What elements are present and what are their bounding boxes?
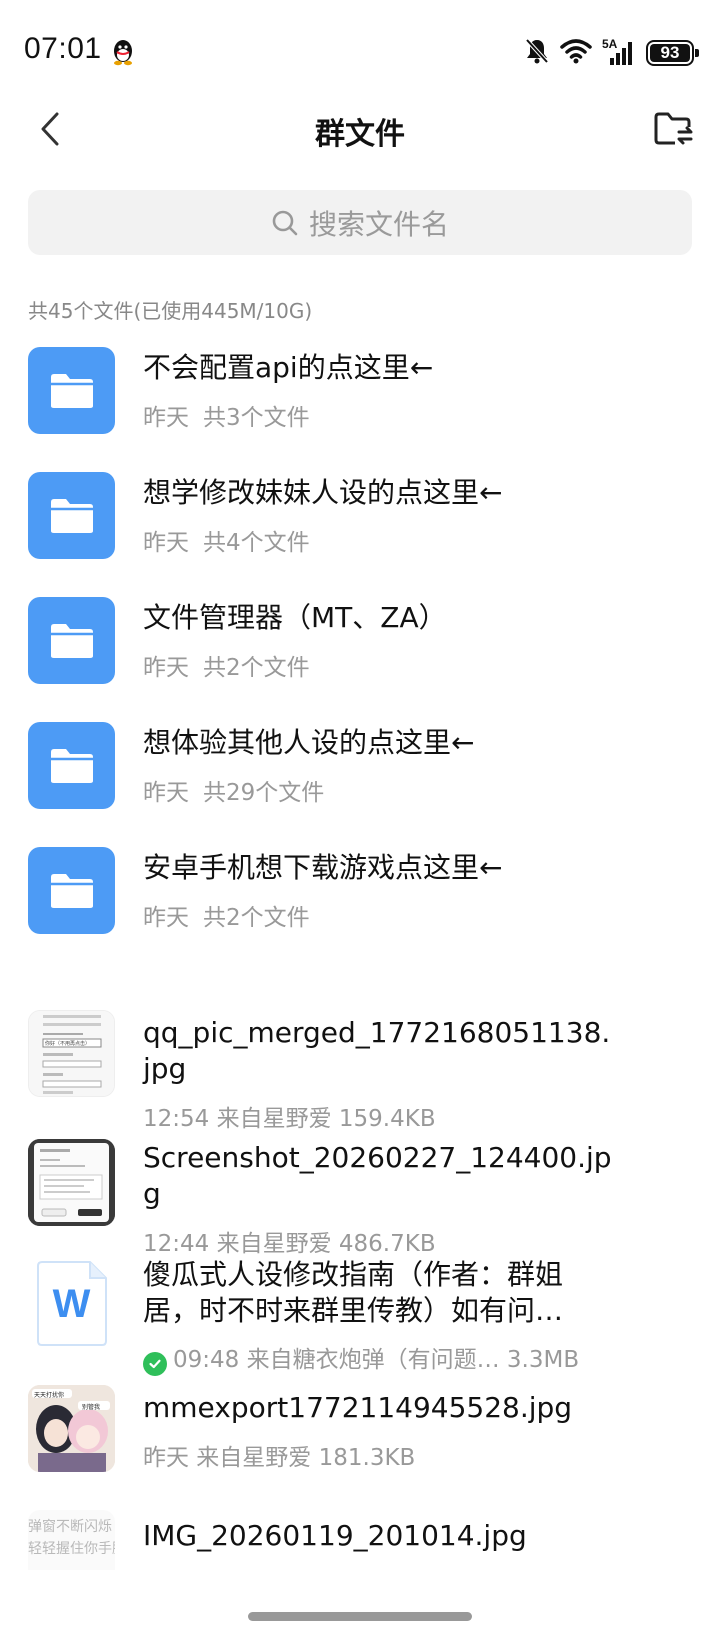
file-name: IMG_20260119_201014.jpg: [143, 1519, 527, 1552]
status-bar: 07:01 5A 93: [0, 0, 720, 90]
folder-name: 安卓手机想下载游戏点这里←: [143, 851, 503, 884]
folder-row[interactable]: 文件管理器（MT、ZA） 昨天 共2个文件: [0, 595, 720, 715]
cellular-signal-icon: 5A: [602, 37, 636, 67]
folder-icon: [50, 373, 93, 408]
folder-icon: [50, 748, 93, 783]
status-time: 07:01: [24, 32, 102, 65]
folder-row[interactable]: 安卓手机想下载游戏点这里← 昨天 共2个文件: [0, 845, 720, 965]
thumbnail-text: 天天打扰你: [34, 1392, 65, 1399]
battery-level: 93: [650, 43, 690, 62]
image-preview-icon: [29, 1011, 114, 1096]
folder-row[interactable]: 想学修改妹妹人设的点这里← 昨天 共4个文件: [0, 470, 720, 590]
folder-thumbnail: [28, 597, 115, 684]
status-icons: 5A 93: [524, 37, 699, 69]
folder-count: 共3个文件: [203, 405, 310, 431]
folder-count: 共4个文件: [203, 530, 310, 556]
file-meta: 09:48 来自糖衣炮弹（有问题… 3.3MB: [143, 1340, 579, 1376]
folder-thumbnail: [28, 347, 115, 434]
file-name: 傻瓜式人设修改指南（作者：群姐居，时不时来群里传教）如有问…: [143, 1258, 564, 1327]
folder-icon: [50, 623, 93, 658]
file-row[interactable]: Screenshot_20260227_124400.jpg 12:44 来自星…: [0, 1135, 720, 1257]
folder-meta: 昨天 共3个文件: [143, 398, 310, 432]
folder-meta: 昨天 共2个文件: [143, 648, 310, 682]
search-icon: [272, 210, 298, 235]
file-thumbnail: W: [28, 1260, 115, 1347]
folder-transfer-icon: [654, 112, 693, 145]
file-thumbnail: 弹窗不断闪烁 轻轻握住你手腕: [28, 1510, 115, 1570]
folder-thumbnail: [28, 847, 115, 934]
home-indicator[interactable]: [248, 1612, 472, 1621]
folder-thumbnail: [28, 472, 115, 559]
thumbnail-text: 轻轻握住你手腕: [28, 1541, 115, 1557]
image-preview-icon: [28, 1139, 115, 1226]
folder-row[interactable]: 不会配置api的点这里← 昨天 共3个文件: [0, 345, 720, 465]
search-input[interactable]: 搜索文件名: [28, 190, 692, 255]
wifi-icon: [560, 38, 592, 68]
file-row[interactable]: W 傻瓜式人设修改指南（作者：群姐居，时不时来群里传教）如有问… 09:48 来…: [0, 1258, 720, 1380]
folder-date: 昨天: [143, 780, 189, 806]
qq-notification-icon: [110, 38, 136, 66]
mute-bell-icon: [524, 37, 550, 69]
folder-name: 不会配置api的点这里←: [143, 351, 434, 384]
search-placeholder: 搜索文件名: [308, 207, 449, 241]
page-title: 群文件: [315, 117, 405, 152]
folder-date: 昨天: [143, 530, 189, 556]
folder-transfer-button[interactable]: [650, 105, 698, 153]
thumbnail-text: 别管我: [82, 1404, 101, 1411]
file-thumbnail: 天天打扰你 别管我: [28, 1385, 115, 1472]
file-thumbnail: [28, 1139, 115, 1226]
folder-date: 昨天: [143, 905, 189, 931]
folder-name: 想学修改妹妹人设的点这里←: [143, 476, 503, 509]
folder-icon: [50, 873, 93, 908]
folder-row[interactable]: 想体验其他人设的点这里← 昨天 共29个文件: [0, 720, 720, 840]
thumbnail-text: 弹窗不断闪烁: [28, 1519, 112, 1535]
file-name: mmexport1772114945528.jpg: [143, 1391, 573, 1424]
file-meta: 昨天 来自星野爱 181.3KB: [143, 1445, 416, 1471]
folder-meta: 昨天 共4个文件: [143, 523, 310, 557]
folder-date: 昨天: [143, 655, 189, 681]
folder-count: 共29个文件: [203, 780, 325, 806]
folder-name: 文件管理器（MT、ZA）: [143, 601, 447, 634]
file-name: Screenshot_20260227_124400.jpg: [143, 1141, 612, 1210]
file-row[interactable]: 你好（不用再点击） qq_pic_merged_1772168051138.jp…: [0, 1010, 720, 1132]
file-row[interactable]: 弹窗不断闪烁 轻轻握住你手腕 IMG_20260119_201014.jpg: [0, 1510, 720, 1605]
word-letter: W: [52, 1282, 91, 1326]
header: 群文件: [0, 95, 720, 165]
folder-count: 共2个文件: [203, 905, 310, 931]
battery-indicator: 93: [646, 40, 699, 66]
file-row[interactable]: 天天打扰你 别管我 mmexport1772114945528.jpg 昨天 来…: [0, 1385, 720, 1505]
file-name: qq_pic_merged_1772168051138.jpg: [143, 1016, 611, 1085]
folder-icon: [50, 498, 93, 533]
file-meta: 12:54 来自星野爱 159.4KB: [143, 1106, 436, 1132]
downloaded-check-icon: [143, 1352, 167, 1376]
folder-date: 昨天: [143, 405, 189, 431]
file-meta-text: 09:48 来自糖衣炮弹（有问题… 3.3MB: [173, 1347, 580, 1373]
folder-count: 共2个文件: [203, 655, 310, 681]
thumbnail-text: 你好（不用再点击）: [45, 1041, 91, 1047]
folder-name: 想体验其他人设的点这里←: [143, 726, 475, 759]
storage-summary: 共45个文件(已使用445M/10G): [28, 299, 313, 323]
folder-meta: 昨天 共2个文件: [143, 898, 310, 932]
folder-meta: 昨天 共29个文件: [143, 773, 324, 807]
folder-thumbnail: [28, 722, 115, 809]
file-thumbnail: 你好（不用再点击）: [28, 1010, 115, 1097]
file-meta: 12:44 来自星野爱 486.7KB: [143, 1231, 436, 1257]
